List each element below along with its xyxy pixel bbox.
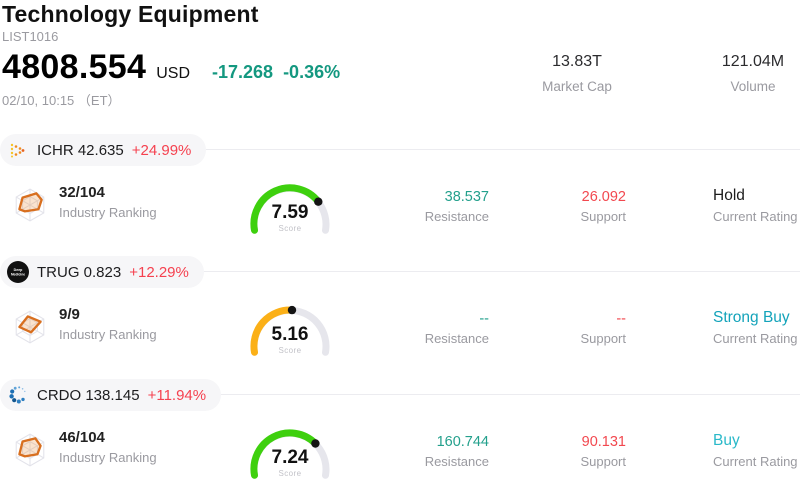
support-block: -- Support [506,311,626,346]
ticker-change: +24.99% [131,141,192,159]
svg-text:Medicine: Medicine [11,273,25,277]
ranking-value: 9/9 [59,306,80,323]
index-change-pct: -0.36% [283,62,341,82]
ranking-value: 32/104 [59,184,105,201]
rating-value: Hold [713,187,745,204]
page-title: Technology Equipment [2,1,259,27]
sector-header: Technology Equipment LIST1016 4808.554 U… [0,0,800,134]
gauge-label: Score [278,346,302,355]
stock-pill-crdo[interactable]: CRDO 138.145 +11.94% [0,379,222,411]
stock-section-trug: Deep Medicine TRUG 0.823 +12.29% 9/9 Ind… [0,256,800,388]
list-code: LIST1016 [2,29,59,44]
support-block: 26.092 Support [506,189,626,224]
ticker-price: ICHR 42.635 [37,141,124,159]
industry-ranking-ichr: 32/104 Industry Ranking [12,184,157,223]
rating-block: Buy Current Rating [713,432,800,469]
radar-chart-icon [12,187,48,223]
currency-label: USD [156,65,190,82]
gauge-score: 7.59 [271,202,309,223]
score-gauge-ichr: 7.59 Score [245,178,335,240]
market-cap-stat: 13.83T Market Cap [512,53,642,94]
support-value: 26.092 [581,189,626,205]
sector-dashboard: Technology Equipment LIST1016 4808.554 U… [0,0,800,488]
quote-timestamp: 02/10, 10:15 （ET） [2,93,121,108]
support-label: Support [580,209,626,224]
ichr-logo-icon [7,139,29,161]
index-price: 4808.554 [2,48,147,86]
resistance-value: -- [479,311,489,327]
rating-block: Strong Buy Current Rating [713,309,800,346]
resistance-value: 160.744 [436,434,489,450]
gauge-label: Score [278,469,302,478]
support-label: Support [580,454,626,469]
support-label: Support [580,331,626,346]
score-gauge-crdo: 7.24 Score [245,423,335,485]
resistance-block: 160.744 Resistance [369,434,489,469]
resistance-value: 38.537 [444,189,489,205]
market-cap-value: 13.83T [552,53,602,70]
resistance-label: Resistance [424,454,489,469]
rating-block: Hold Current Rating [713,187,800,224]
radar-chart-icon [12,432,48,468]
support-block: 90.131 Support [506,434,626,469]
rating-value: Buy [713,432,740,449]
industry-ranking-crdo: 46/104 Industry Ranking [12,429,157,468]
ranking-label: Industry Ranking [59,205,157,220]
support-value: -- [616,311,626,327]
radar-chart-icon [12,309,48,345]
ticker-change: +11.94% [147,386,207,404]
rating-label: Current Rating [713,331,798,346]
rating-label: Current Rating [713,454,798,469]
rating-label: Current Rating [713,209,798,224]
rating-value: Strong Buy [713,309,790,326]
support-value: 90.131 [581,434,626,450]
ticker-price: TRUG 0.823 [37,263,122,281]
resistance-block: -- Resistance [369,311,489,346]
ranking-label: Industry Ranking [59,450,157,465]
volume-value: 121.04M [721,53,785,70]
price-row: 4808.554 USD -17.268 -0.36% [2,48,340,87]
ticker-price: CRDO 138.145 [37,386,140,404]
stock-pill-ichr[interactable]: ICHR 42.635 +24.99% [0,134,207,166]
resistance-label: Resistance [424,209,489,224]
resistance-label: Resistance [424,331,489,346]
gauge-label: Score [278,224,302,233]
resistance-block: 38.537 Resistance [369,189,489,224]
volume-label: Volume [730,79,776,94]
crdo-logo-icon [7,384,29,406]
score-gauge-trug: 5.16 Score [245,300,335,362]
market-cap-label: Market Cap [542,79,612,94]
gauge-score: 5.16 [271,324,309,345]
volume-stat: 121.04M Volume [703,53,800,94]
industry-ranking-trug: 9/9 Industry Ranking [12,306,157,345]
stock-pill-trug[interactable]: Deep Medicine TRUG 0.823 +12.29% [0,256,204,288]
index-change-abs: -17.268 [212,62,274,82]
ticker-change: +12.29% [129,263,189,281]
gauge-score: 7.24 [271,447,309,468]
ranking-value: 46/104 [59,429,105,446]
stock-section-crdo: CRDO 138.145 +11.94% 46/104 Industry Ran… [0,379,800,488]
ranking-label: Industry Ranking [59,327,157,342]
stock-section-ichr: ICHR 42.635 +24.99% 32/104 Industry Rank… [0,134,800,266]
trug-logo-icon: Deep Medicine [7,261,29,283]
svg-text:Deep: Deep [14,268,24,272]
